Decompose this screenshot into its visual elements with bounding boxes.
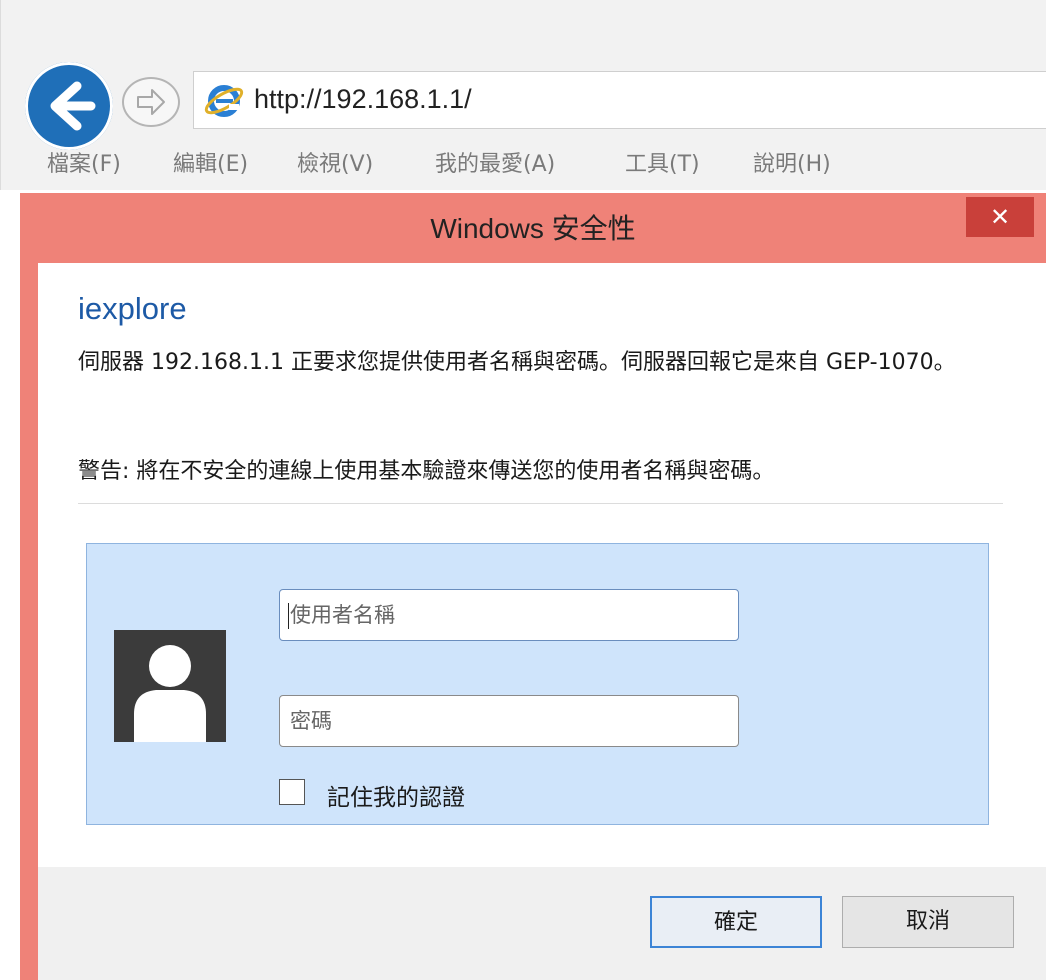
dialog-footer: 確定 取消 [38,867,1046,980]
forward-arrow-icon [137,89,165,115]
password-placeholder: 密碼 [290,709,332,733]
menu-edit[interactable]: 編輯(E) [173,146,248,178]
ok-button[interactable]: 確定 [650,896,822,948]
menu-tools[interactable]: 工具(T) [625,146,700,178]
forward-button[interactable] [122,77,180,127]
user-avatar-icon [114,630,226,742]
menu-favorites[interactable]: 我的最愛(A) [435,146,555,178]
browser-chrome: http://192.168.1.1/ 檔案(F) 編輯(E) 檢視(V) 我的… [0,0,1046,190]
warning-message: 警告: 將在不安全的連線上使用基本驗證來傳送您的使用者名稱與密碼。 [78,459,775,484]
menu-view[interactable]: 檢視(V) [297,146,373,178]
remember-label[interactable]: 記住我的認證 [327,778,465,812]
security-dialog: Windows 安全性 ✕ iexplore 伺服器 192.168.1.1 正… [20,193,1046,980]
remember-checkbox[interactable] [279,779,305,805]
text-caret [288,603,289,629]
username-placeholder: 使用者名稱 [290,603,395,627]
back-button[interactable] [25,62,113,150]
dialog-content: iexplore 伺服器 192.168.1.1 正要求您提供使用者名稱與密碼。… [38,263,1046,867]
password-input[interactable]: 密碼 [279,695,739,747]
ie-logo-icon [204,85,244,117]
dialog-title: Windows 安全性 [430,213,636,244]
close-icon: ✕ [989,203,1011,231]
close-button[interactable]: ✕ [966,197,1034,237]
cancel-button[interactable]: 取消 [842,896,1014,948]
app-name: iexplore [78,291,187,326]
menu-bar: 檔案(F) 編輯(E) 檢視(V) 我的最愛(A) 工具(T) 說明(H) [1,140,1046,185]
divider [78,503,1003,504]
address-url: http://192.168.1.1/ [254,84,472,114]
credential-panel: 使用者名稱 密碼 記住我的認證 [86,543,989,825]
address-bar[interactable]: http://192.168.1.1/ [193,71,1046,129]
back-arrow-icon [50,81,96,131]
menu-help[interactable]: 說明(H) [753,146,831,178]
server-message: 伺服器 192.168.1.1 正要求您提供使用者名稱與密碼。伺服器回報它是來自… [78,350,956,375]
username-input[interactable]: 使用者名稱 [279,589,739,641]
menu-file[interactable]: 檔案(F) [47,146,121,178]
